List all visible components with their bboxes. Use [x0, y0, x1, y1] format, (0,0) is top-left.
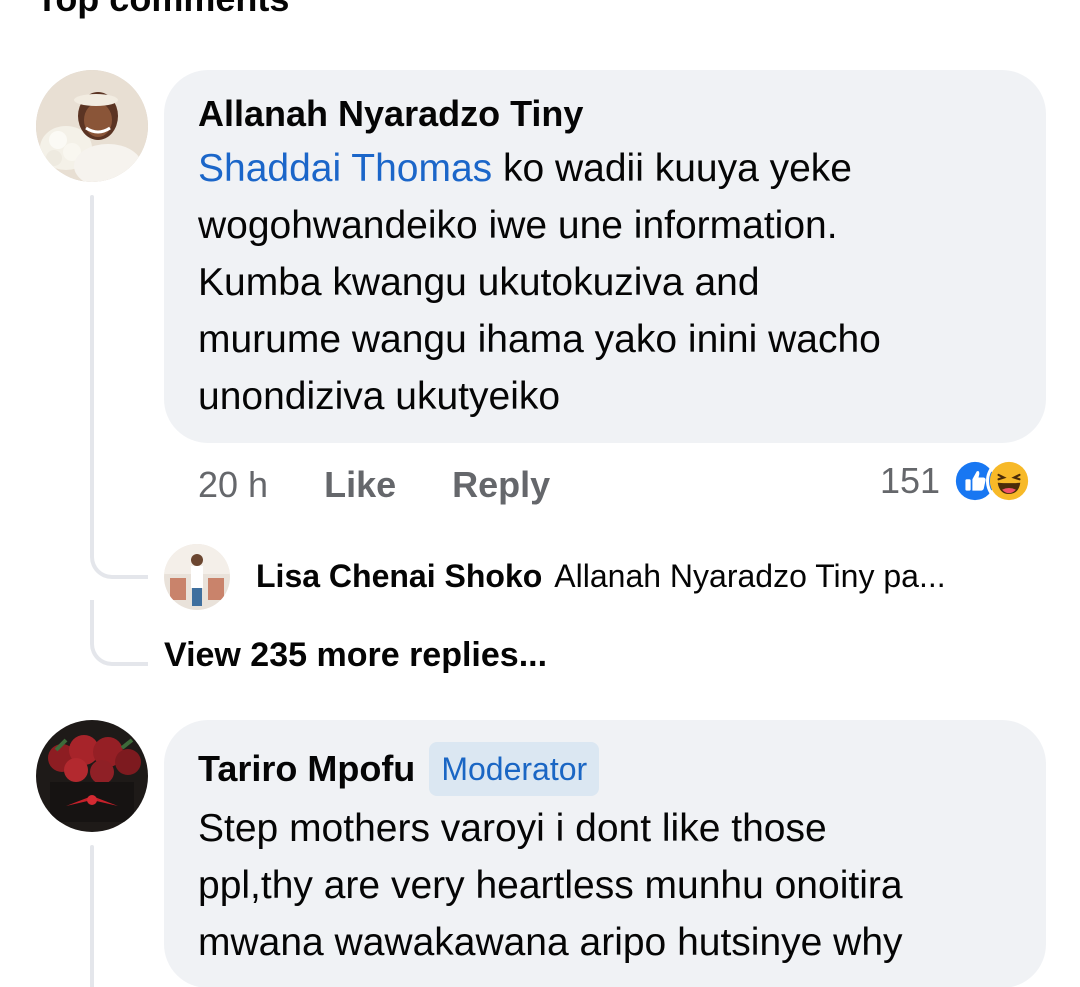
thread-connector	[90, 600, 148, 666]
moderator-badge: Moderator	[429, 742, 600, 796]
comment-text-line: unondiziva ukutyeiko	[198, 375, 561, 418]
comment-text-line: Kumba kwangu ukutokuziva and	[198, 261, 760, 304]
comment-text-line: wogohwandeiko iwe une information.	[198, 204, 838, 247]
thread-connector	[90, 545, 148, 579]
comment-text-line: murume wangu ihama yako inini wacho	[198, 318, 881, 361]
reply-snippet: Allanah Nyaradzo Tiny pa...	[554, 558, 946, 594]
comment-author[interactable]: Tariro Mpofu	[198, 747, 415, 791]
reply-avatar[interactable]	[164, 544, 230, 610]
comment-author-row: Tariro Mpofu Moderator	[198, 742, 1012, 796]
view-more-replies[interactable]: View 235 more replies...	[164, 636, 547, 675]
comment-text-line: Step mothers varoyi i dont like those	[198, 807, 827, 850]
reply-author[interactable]: Lisa Chenai Shoko	[256, 558, 542, 595]
comment-text-line: mwana wawakawana aripo hutsinye why	[198, 921, 903, 964]
like-button[interactable]: Like	[324, 464, 396, 506]
comment-time[interactable]: 20 h	[198, 464, 268, 506]
thread-line	[90, 845, 94, 987]
reaction-summary[interactable]: 151	[880, 458, 1033, 504]
comment-text-line: ko wadii kuuya yeke	[492, 147, 852, 190]
comment-bubble: Allanah Nyaradzo Tiny Shaddai Thomas ko …	[164, 70, 1046, 443]
comments-page: Top comments Allanah Nyaradzo Tiny Shadd…	[0, 0, 1080, 987]
avatar[interactable]	[36, 70, 148, 182]
thread-line	[90, 195, 94, 555]
comment-author[interactable]: Allanah Nyaradzo Tiny	[198, 92, 1012, 136]
comment-bubble: Tariro Mpofu Moderator Step mothers varo…	[164, 720, 1046, 987]
haha-icon	[986, 458, 1033, 504]
comment-text: Step mothers varoyi i dont like those pp…	[198, 800, 1012, 971]
comment-actions: 20 h Like Reply	[198, 464, 606, 506]
section-title: Top comments	[36, 0, 289, 20]
avatar[interactable]	[36, 720, 148, 832]
mention-link[interactable]: Shaddai Thomas	[198, 147, 492, 190]
reply-preview[interactable]: Lisa Chenai Shoko Allanah Nyaradzo Tiny …	[256, 558, 946, 595]
comment-text-line: ppl,thy are very heartless munhu onoitir…	[198, 864, 903, 907]
comment-text: Shaddai Thomas ko wadii kuuya yeke wogoh…	[198, 140, 1012, 425]
reaction-count: 151	[880, 460, 941, 501]
reply-button[interactable]: Reply	[452, 464, 550, 506]
